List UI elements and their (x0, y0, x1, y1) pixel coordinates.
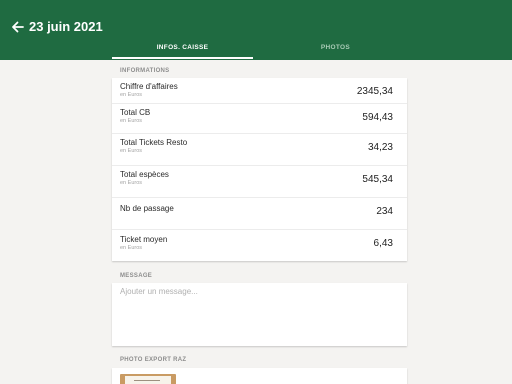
tab-photos[interactable]: PHOTOS (265, 40, 406, 60)
info-row-total-cb: Total CB en Euros 594,43 (112, 104, 407, 134)
row-sub: en Euros (120, 92, 143, 98)
receipt-paper (125, 376, 171, 384)
active-tab-indicator (112, 57, 253, 59)
row-label: Ticket moyen (120, 235, 168, 244)
message-input[interactable] (120, 287, 400, 337)
row-sub: en Euros (120, 148, 143, 154)
message-section-title: MESSAGE (120, 273, 153, 279)
message-card (112, 283, 407, 346)
info-row-total-tickets-resto: Total Tickets Resto en Euros 34,23 (112, 134, 407, 166)
row-sub: en Euros (120, 118, 143, 124)
row-value: 545,34 (362, 174, 393, 185)
app-bar: 23 juin 2021 INFOS. CAISSE PHOTOS (0, 0, 512, 60)
page-title: 23 juin 2021 (29, 19, 103, 34)
row-label: Nb de passage (120, 204, 174, 213)
photo-export-section-title: PHOTO EXPORT RAZ (120, 357, 187, 363)
row-label: Total espèces (120, 170, 169, 179)
info-row-ticket-moyen: Ticket moyen en Euros 6,43 (112, 230, 407, 261)
row-value: 234 (376, 206, 393, 217)
receipt-line (134, 380, 160, 381)
informations-section-title: INFORMATIONS (120, 68, 170, 74)
row-value: 34,23 (367, 142, 393, 153)
photo-thumbnail[interactable] (120, 374, 176, 384)
back-arrow-icon[interactable] (10, 19, 26, 35)
row-value: 6,43 (373, 238, 393, 249)
informations-card: Chiffre d'affaires en Euros 2345,34 Tota… (112, 78, 407, 261)
row-label: Total Tickets Resto (120, 138, 188, 147)
row-value: 594,43 (362, 112, 393, 123)
row-sub: en Euros (120, 245, 143, 251)
info-row-chiffre-affaires: Chiffre d'affaires en Euros 2345,34 (112, 78, 407, 104)
photo-export-card (112, 368, 407, 384)
row-label: Chiffre d'affaires (120, 82, 178, 91)
row-sub: en Euros (120, 180, 143, 186)
info-row-total-especes: Total espèces en Euros 545,34 (112, 166, 407, 198)
info-row-nb-passage: Nb de passage 234 (112, 198, 407, 230)
row-value: 2345,34 (356, 86, 393, 97)
row-label: Total CB (120, 108, 151, 117)
